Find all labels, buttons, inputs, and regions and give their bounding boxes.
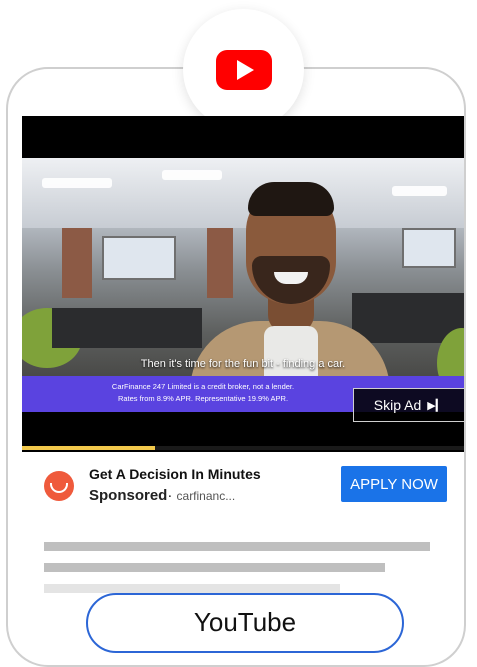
advertiser-domain[interactable]: carfinanc... — [177, 489, 236, 503]
smile-icon — [50, 483, 68, 493]
youtube-button[interactable]: YouTube — [86, 593, 404, 653]
youtube-badge — [183, 9, 304, 130]
ad-headline[interactable]: Get A Decision In Minutes — [89, 466, 261, 482]
placeholder-line — [44, 584, 340, 593]
play-icon — [237, 59, 254, 80]
presenter — [190, 176, 390, 408]
office-window — [102, 236, 176, 280]
ad-info-row: Get A Decision In Minutes Sponsored· car… — [44, 462, 454, 512]
youtube-logo-icon — [215, 49, 272, 90]
placeholder-line — [44, 563, 385, 572]
ad-progress-bar[interactable] — [22, 446, 464, 450]
skip-ad-label: Skip Ad — [373, 397, 422, 413]
video-frame: Then it's time for the fun bit - finding… — [22, 158, 464, 408]
video-player[interactable]: Then it's time for the fun bit - finding… — [22, 116, 464, 452]
skip-next-icon: ▶▎ — [427, 399, 445, 412]
office-window — [402, 228, 456, 268]
ceiling-light — [392, 186, 447, 196]
brick-pillar — [62, 228, 92, 298]
sponsored-label: Sponsored — [89, 487, 168, 504]
ad-progress-fill — [22, 446, 155, 450]
placeholder-line — [44, 542, 430, 551]
desk — [52, 308, 202, 348]
ceiling-light — [42, 178, 112, 188]
skip-ad-button[interactable]: Skip Ad ▶▎ — [353, 388, 464, 422]
advertiser-logo-icon[interactable] — [44, 471, 74, 501]
apply-now-button[interactable]: APPLY NOW — [341, 466, 447, 502]
ad-sponsor-line: Sponsored· carfinanc... — [89, 487, 235, 504]
hair — [248, 182, 334, 216]
separator-dot: · — [167, 487, 173, 504]
video-caption: Then it's time for the fun bit - finding… — [140, 358, 346, 370]
